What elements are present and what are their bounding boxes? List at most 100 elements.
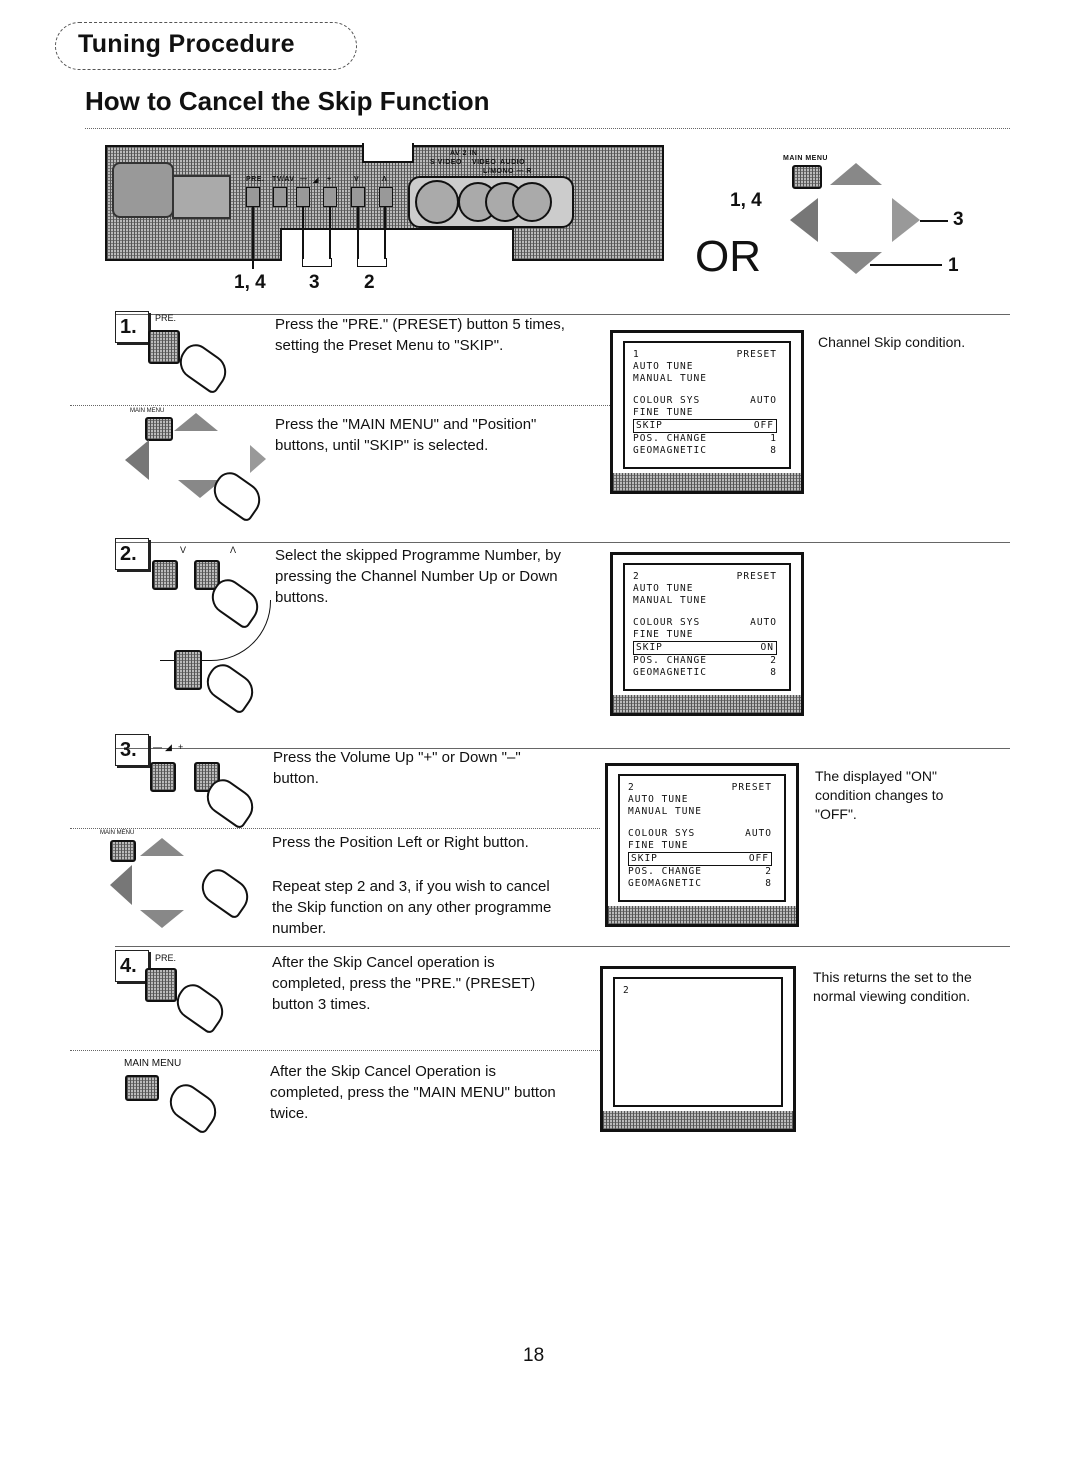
channel-button[interactable] xyxy=(174,650,202,690)
repeat-instructions: Repeat step 2 and 3, if you wish to canc… xyxy=(272,878,552,937)
section-title: Tuning Procedure xyxy=(78,30,295,58)
menu-row: POS. CHANGE 2 xyxy=(633,655,777,667)
volume-down-button[interactable] xyxy=(150,762,176,792)
menu-item-label: 2 xyxy=(633,571,640,582)
step-3-number: 3. xyxy=(115,734,149,766)
menu-item-label: MANUAL TUNE xyxy=(633,595,707,606)
callout-3: 3 xyxy=(953,209,964,230)
volume-down-button[interactable] xyxy=(296,187,310,207)
left-arrow-button[interactable] xyxy=(790,198,818,242)
menu-item-label: FINE TUNE xyxy=(633,407,694,418)
bracket xyxy=(357,258,387,267)
menu-row: GEOMAGNETIC 8 xyxy=(628,878,772,890)
callout-1-4: 1, 4 xyxy=(234,272,266,293)
step-1-number: 1. xyxy=(115,311,149,343)
right-arrow-button[interactable] xyxy=(250,445,266,473)
main-menu-label: MAIN MENU xyxy=(124,1058,182,1069)
channel-up-button[interactable] xyxy=(379,187,393,207)
up-arrow-button[interactable] xyxy=(140,838,184,856)
callout-3: 3 xyxy=(309,272,320,293)
main-menu-label: MAIN MENU xyxy=(130,408,165,414)
menu-row: COLOUR SYS AUTO xyxy=(633,617,777,629)
step-1-instructions: Press the "PRE." (PRESET) button 5 times… xyxy=(275,316,565,354)
menu-item-label: GEOMAGNETIC xyxy=(633,445,707,456)
page-title: How to Cancel the Skip Function xyxy=(85,86,490,116)
menu-item-label: POS. CHANGE xyxy=(633,655,707,666)
main-menu-button[interactable] xyxy=(110,840,136,862)
audio-label: AUDIO xyxy=(500,159,526,166)
down-arrow-button[interactable] xyxy=(140,910,184,928)
menu-item-label: COLOUR SYS xyxy=(628,828,696,839)
channel-down-button[interactable] xyxy=(152,560,178,590)
right-arrow-button[interactable] xyxy=(892,198,920,242)
pressing-hand-icon xyxy=(206,466,268,524)
pointer-line xyxy=(329,207,331,259)
step-2-instructions: Select the skipped Programme Number, by p… xyxy=(275,547,561,606)
callout-2: 2 xyxy=(364,272,375,293)
panel-notch xyxy=(280,228,514,261)
tv-screen-4: 2 xyxy=(600,966,796,1132)
menu-row: GEOMAGNETIC 8 xyxy=(633,667,777,679)
menu-item-value: 1 xyxy=(770,433,777,444)
s-video-label: S VIDEO xyxy=(430,159,462,166)
pointer-line xyxy=(920,220,948,222)
bracket xyxy=(302,258,332,267)
minus-label: — xyxy=(300,176,308,183)
menu-item-label: AUTO TUNE xyxy=(628,794,689,805)
left-arrow-button[interactable] xyxy=(125,440,149,480)
menu-row-selected: SKIP OFF xyxy=(628,852,772,866)
main-menu-button[interactable] xyxy=(125,1075,159,1101)
ch-down-label: V xyxy=(180,545,187,555)
step-divider xyxy=(115,542,1010,543)
pressing-hand-icon xyxy=(199,658,261,716)
menu-row: COLOUR SYS AUTO xyxy=(633,395,777,407)
menu-item-label: POS. CHANGE xyxy=(628,866,702,877)
or-label: OR xyxy=(695,232,761,281)
menu-gap xyxy=(633,385,777,395)
main-menu-button[interactable] xyxy=(792,165,822,189)
mono-label: L/MONO — R xyxy=(483,168,532,175)
pressing-hand-icon xyxy=(172,338,234,396)
volume-label: ◢ xyxy=(165,742,172,752)
pointer-line xyxy=(357,207,359,259)
menu-item-value: 2 xyxy=(765,866,772,877)
menu-row: COLOUR SYS AUTO xyxy=(628,828,772,840)
tv-av-button[interactable] xyxy=(273,187,287,207)
down-arrow-button[interactable] xyxy=(830,252,882,274)
menu-row-selected: SKIP OFF xyxy=(633,419,777,433)
menu-item-label: AUTO TUNE xyxy=(633,583,694,594)
left-arrow-button[interactable] xyxy=(110,865,132,905)
up-arrow-button[interactable] xyxy=(830,163,882,185)
step-2-number: 2. xyxy=(115,538,149,570)
menu-row: AUTO TUNE xyxy=(633,583,777,595)
step-4-number: 4. xyxy=(115,950,149,982)
menu-row: POS. CHANGE 2 xyxy=(628,866,772,878)
menu-row: AUTO TUNE xyxy=(628,794,772,806)
menu-row-selected: SKIP ON xyxy=(633,641,777,655)
up-arrow-button[interactable] xyxy=(174,413,218,431)
audio-r-jack xyxy=(512,182,552,222)
step-4-sub-instructions: After the Skip Cancel Operation is comple… xyxy=(270,1063,556,1122)
pressing-hand-icon xyxy=(194,863,256,921)
menu-row: FINE TUNE xyxy=(633,407,777,419)
menu-row: MANUAL TUNE xyxy=(633,595,777,607)
pre-button[interactable] xyxy=(246,187,260,207)
menu-item-label: MANUAL TUNE xyxy=(633,373,707,384)
menu-item-label: 2 xyxy=(623,985,630,996)
pre-button[interactable] xyxy=(148,330,180,364)
step-3-caption: The displayed "ON" condition changes to "O… xyxy=(815,768,944,822)
pre-button[interactable] xyxy=(145,968,177,1002)
ch-down-label: V xyxy=(354,176,360,183)
channel-down-button[interactable] xyxy=(351,187,365,207)
pre-button-label: PRE. xyxy=(155,953,177,963)
divider xyxy=(70,828,600,829)
plus-label: + xyxy=(327,176,332,183)
menu-row: 2 PRESET xyxy=(628,782,772,794)
menu-row: 2 PRESET xyxy=(633,571,777,583)
main-menu-button[interactable] xyxy=(145,417,173,441)
menu-item-label: COLOUR SYS xyxy=(633,617,701,628)
menu-item-value: 8 xyxy=(765,878,772,889)
menu-item-value: 8 xyxy=(770,445,777,456)
menu-item-value: PRESET xyxy=(736,349,777,360)
volume-up-button[interactable] xyxy=(323,187,337,207)
